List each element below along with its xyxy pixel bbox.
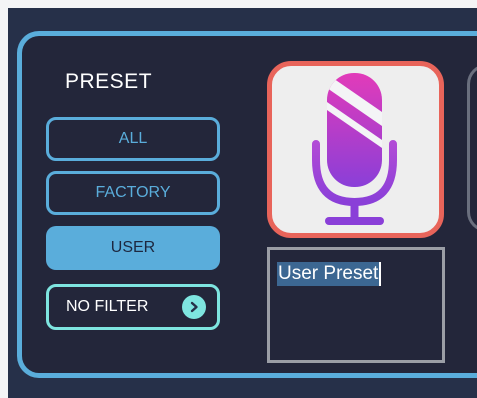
preset-name-text: User Preset [277, 262, 380, 286]
preset-icon-tile[interactable] [267, 61, 444, 238]
next-preset-tile[interactable] [467, 64, 477, 232]
preset-name-field[interactable]: User Preset [267, 247, 445, 363]
text-caret [379, 262, 382, 286]
filter-factory-button[interactable]: FACTORY [46, 171, 220, 215]
filter-all-button[interactable]: ALL [46, 117, 220, 161]
no-filter-label: NO FILTER [66, 298, 149, 315]
no-filter-button[interactable]: NO FILTER [46, 284, 220, 330]
preset-title: PRESET [65, 70, 153, 93]
chevron-right-icon [182, 295, 206, 319]
filter-user-button[interactable]: USER [46, 226, 220, 270]
